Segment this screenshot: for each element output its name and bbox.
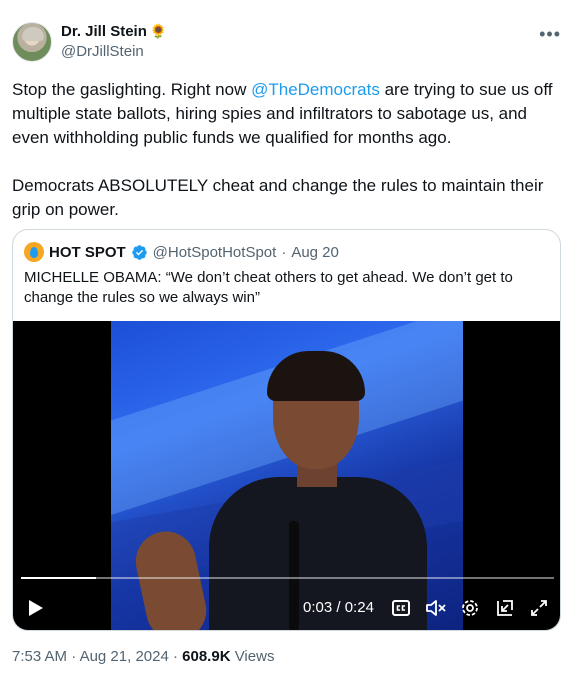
video-progress-bar[interactable] [21,577,554,579]
views-count: 608.9K [182,648,231,665]
quoted-author-handle[interactable]: @HotSpotHotSpot [153,244,277,261]
quoted-tweet[interactable]: HOT SPOT @HotSpotHotSpot · Aug 20 MICHEL… [12,229,561,631]
time-separator: / [332,599,345,616]
fullscreen-icon[interactable] [528,597,550,619]
video-progress-fill [21,577,96,579]
tweet-text: Stop the gaslighting. Right now @TheDemo… [12,78,560,222]
tweet-paragraph-2: Democrats ABSOLUTELY cheat and change th… [12,176,544,219]
video-frame [111,321,463,630]
quoted-tweet-text: MICHELLE OBAMA: “We don’t cheat others t… [24,269,513,306]
captions-icon[interactable] [390,597,412,619]
video-player[interactable]: 0:03 / 0:24 [13,321,560,630]
tweet-paragraph-1: Stop the gaslighting. Right now @TheDemo… [12,78,560,150]
author-handle[interactable]: @DrJillStein [61,43,144,60]
views-label: Views [234,648,275,665]
quoted-author-name[interactable]: HOT SPOT [49,244,126,261]
sunflower-icon: 🌻 [149,23,168,39]
settings-gear-icon[interactable] [459,597,481,619]
picture-in-picture-icon[interactable] [494,597,516,619]
tweet-footer: 7:53 AM · Aug 21, 2024 · 608.9K Views [12,648,274,665]
video-time: 0:03 / 0:24 [303,599,374,616]
tweet-time[interactable]: 7:53 AM [12,648,67,665]
quoted-tweet-header: HOT SPOT @HotSpotHotSpot · Aug 20 [24,242,339,262]
separator-dot: · [71,648,77,665]
separator-dot: · [172,648,178,665]
current-time: 0:03 [303,599,333,616]
more-options-icon[interactable]: ••• [539,24,561,45]
author-name-row[interactable]: Dr. Jill Stein 🌻 [61,23,167,40]
tweet-text-part: Stop the gaslighting. Right now [12,80,252,99]
play-icon[interactable] [25,597,47,619]
separator-dot: · [281,243,287,261]
quoted-avatar[interactable] [24,242,44,262]
author-name[interactable]: Dr. Jill Stein [61,23,147,40]
verified-badge-icon [131,244,147,260]
quoted-date[interactable]: Aug 20 [291,244,339,261]
video-controls: 0:03 / 0:24 [13,587,560,630]
mute-icon[interactable] [425,597,447,619]
mention-link[interactable]: @TheDemocrats [251,80,380,99]
tweet-date[interactable]: Aug 21, 2024 [80,648,169,665]
duration: 0:24 [344,599,374,616]
author-avatar[interactable] [12,22,52,62]
